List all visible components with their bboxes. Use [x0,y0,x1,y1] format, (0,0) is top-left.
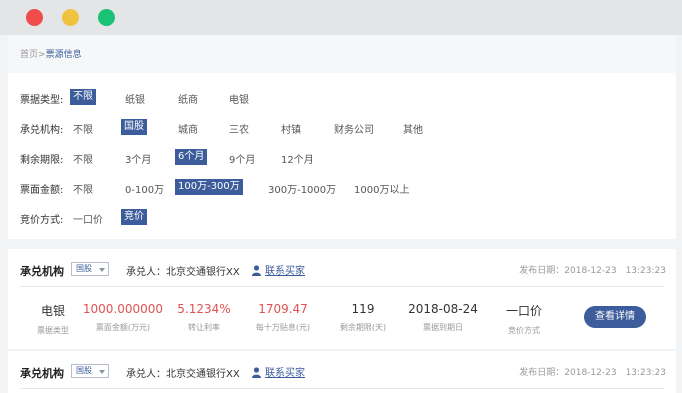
filter-option[interactable]: 300万-1000万 [268,181,336,196]
filter-option[interactable]: 6个月 [175,149,208,165]
listing-card: 承兑机构 国股 承兑人：北京交通银行XX 联系买家 发布日期：2018-12-2… [8,249,676,349]
filter-label: 竞价方式: [20,215,64,226]
field-value: 5.1234% [177,302,231,316]
filter-option[interactable]: 不限 [73,181,93,196]
field-label: 剩余期限(天) [339,323,387,332]
filter-option[interactable]: 1000万以上 [354,181,409,196]
view-details-button[interactable]: 查看详情 [584,306,646,328]
filter-option[interactable]: 城商 [178,121,198,136]
filter-row-institution: 承兑机构: 不限 国股 城商 三农 村镇 财务公司 其他 [8,118,676,138]
minimize-window-button[interactable] [62,9,79,26]
breadcrumb-current: 票源信息 [45,50,82,60]
caret-down-icon [99,370,105,374]
field-discount-interest: 1709.47 每十万贴息(元) [238,302,328,333]
filter-panel: 票据类型: 不限 纸银 纸商 电银 承兑机构: 不限 国股 城商 三农 村镇 财… [8,73,676,239]
institution-label: 承兑机构 [20,265,64,278]
filter-option[interactable]: 100万-300万 [175,179,243,195]
field-value: 1000.000000 [82,302,164,316]
filter-label: 票面金额: [20,185,64,196]
filter-option[interactable]: 电银 [229,91,249,106]
filter-option[interactable]: 纸商 [178,91,198,106]
publish-date: 发布日期：2018-12-23 13:23:23 [519,368,666,378]
filter-label: 承兑机构: [20,125,64,136]
filter-row-face-value: 票面金额: 不限 0-100万 100万-300万 300万-1000万 100… [8,178,676,198]
app-window: 首页>票源信息 票据类型: 不限 纸银 纸商 电银 承兑机构: 不限 国股 城商… [0,0,682,393]
filter-option[interactable]: 纸银 [125,91,145,106]
field-label: 竞价方式 [508,326,540,335]
acceptor-name: 承兑人：北京交通银行XX [126,369,240,380]
filter-option[interactable]: 12个月 [281,151,314,166]
listing-card: 承兑机构 国股 承兑人：北京交通银行XX 联系买家 发布日期：2018-12-2… [8,351,676,393]
user-icon [252,367,261,378]
breadcrumb-separator: > [38,50,46,60]
acceptor-name: 承兑人：北京交通银行XX [126,267,240,278]
filter-option[interactable]: 其他 [403,121,423,136]
filter-option[interactable]: 国股 [121,119,147,135]
filter-option[interactable]: 不限 [70,89,96,105]
field-label: 每十万贴息(元) [255,323,311,332]
close-window-button[interactable] [26,9,43,26]
field-face-amount: 1000.000000 票面金额(万元) [78,302,168,333]
field-label: 票面金额(万元) [95,323,151,332]
filter-option[interactable]: 三农 [229,121,249,136]
institution-type-select[interactable]: 国股 [71,364,109,378]
filter-option[interactable]: 0-100万 [125,181,164,196]
filter-row-bidding: 竞价方式: 一口价 竞价 [8,208,676,228]
breadcrumb-home[interactable]: 首页 [20,50,38,60]
breadcrumb-bar: 首页>票源信息 [8,35,676,73]
listing-header: 承兑机构 国股 承兑人：北京交通银行XX 联系买家 发布日期：2018-12-2… [8,249,676,286]
filter-option[interactable]: 一口价 [73,211,103,226]
filter-option[interactable]: 财务公司 [334,121,374,136]
field-value: 119 [351,302,375,316]
user-icon [252,265,261,276]
maximize-window-button[interactable] [98,9,115,26]
field-due-date: 2018-08-24 票据到期日 [398,302,488,333]
filter-row-remaining-term: 剩余期限: 不限 3个月 6个月 9个月 12个月 [8,148,676,168]
field-label: 票据到期日 [423,323,463,332]
contact-buyer-label: 联系买家 [265,266,305,277]
caret-down-icon [99,268,105,272]
institution-label: 承兑机构 [20,367,64,380]
filter-option[interactable]: 不限 [73,121,93,136]
field-bidding-method: 一口价 竞价方式 [479,302,569,336]
institution-type-select[interactable]: 国股 [71,262,109,276]
institution-type-value: 国股 [76,264,92,273]
listing-header: 承兑机构 国股 承兑人：北京交通银行XX 联系买家 发布日期：2018-12-2… [8,351,676,388]
contact-buyer-label: 联系买家 [265,368,305,379]
field-label: 转让利率 [188,323,220,332]
field-value: 一口价 [505,304,542,318]
field-transfer-rate: 5.1234% 转让利率 [159,302,249,333]
filter-option[interactable]: 9个月 [229,151,255,166]
filter-label: 票据类型: [20,95,64,106]
contact-buyer-link[interactable]: 联系买家 [252,364,305,379]
contact-buyer-link[interactable]: 联系买家 [252,262,305,277]
field-value: 1709.47 [258,302,308,316]
field-value: 2018-08-24 [408,302,478,316]
breadcrumb: 首页>票源信息 [20,47,82,60]
title-bar [0,0,682,35]
filter-label: 剩余期限: [20,155,64,166]
card-divider [20,388,664,389]
field-remaining-days: 119 剩余期限(天) [318,302,408,333]
filter-option[interactable]: 村镇 [281,121,301,136]
section-divider [8,239,676,249]
filter-row-bill-type: 票据类型: 不限 纸银 纸商 电银 [8,88,676,108]
institution-type-value: 国股 [76,366,92,375]
card-divider [20,286,664,287]
filter-option[interactable]: 竞价 [121,209,147,225]
filter-option[interactable]: 不限 [73,151,93,166]
filter-option[interactable]: 3个月 [125,151,151,166]
publish-date: 发布日期：2018-12-23 13:23:23 [519,266,666,276]
